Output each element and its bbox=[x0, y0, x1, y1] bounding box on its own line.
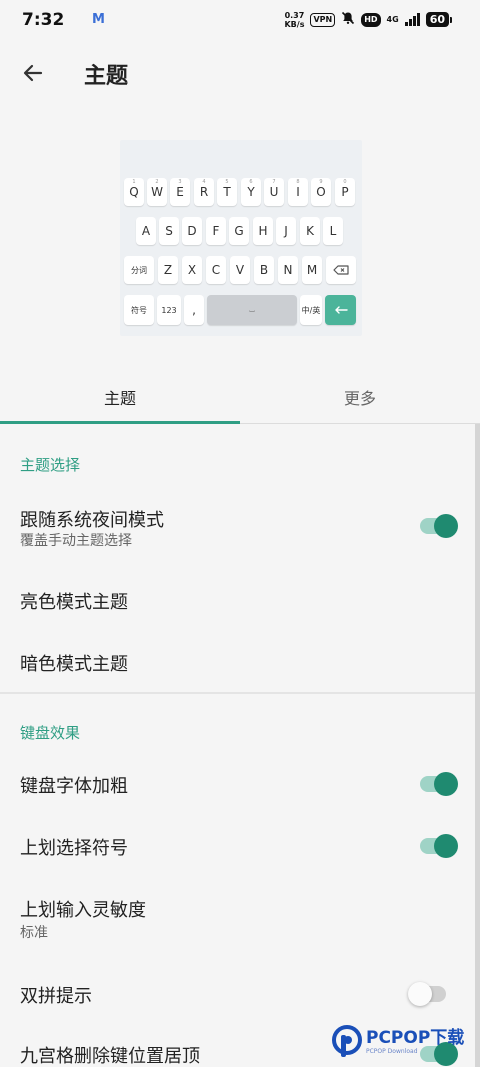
battery-icon: 60 bbox=[425, 12, 452, 27]
setting-subtitle: 覆盖手动主题选择 bbox=[20, 533, 132, 549]
mute-bell-icon bbox=[341, 10, 355, 29]
setting-swipe-sensitivity[interactable]: 上划输入灵敏度 标准 bbox=[0, 884, 480, 948]
key-e: 3E bbox=[170, 178, 190, 206]
key-backspace bbox=[326, 256, 356, 284]
keyboard-preview-toolbar bbox=[120, 140, 362, 170]
setting-dark-theme[interactable]: 暗色模式主题 bbox=[0, 634, 480, 690]
watermark-name: PCPOP下载 bbox=[366, 1027, 465, 1048]
key-n: N bbox=[278, 256, 298, 284]
mail-notification-icon: M bbox=[92, 12, 105, 27]
key-v: V bbox=[230, 256, 250, 284]
setting-title: 键盘字体加粗 bbox=[20, 776, 128, 797]
key-m: M bbox=[302, 256, 322, 284]
key-j: J bbox=[276, 217, 296, 245]
network-speed-unit: KB/s bbox=[284, 19, 305, 29]
key-symbols: 符号 bbox=[124, 295, 154, 325]
signal-icon bbox=[404, 13, 420, 26]
key-c: C bbox=[206, 256, 226, 284]
follow-system-switch[interactable] bbox=[418, 511, 462, 541]
vpn-icon: VPN bbox=[310, 12, 336, 27]
key-numbers: 123 bbox=[157, 295, 181, 325]
key-o: 9O bbox=[311, 178, 331, 206]
key-r: 4R bbox=[194, 178, 214, 206]
status-time: 7:32 bbox=[22, 10, 65, 30]
shuangpin-hint-switch[interactable] bbox=[408, 979, 452, 1009]
key-s: S bbox=[159, 217, 179, 245]
setting-title: 上划输入灵敏度 bbox=[20, 900, 146, 921]
key-enter bbox=[325, 295, 356, 325]
key-i: 8I bbox=[288, 178, 308, 206]
key-b: B bbox=[254, 256, 274, 284]
backspace-icon bbox=[333, 265, 349, 275]
setting-title: 暗色模式主题 bbox=[20, 654, 128, 675]
setting-title: 亮色模式主题 bbox=[20, 592, 128, 613]
key-t: 5T bbox=[217, 178, 237, 206]
network-speed: 0.37 KB/s bbox=[284, 11, 304, 29]
section-divider bbox=[0, 692, 480, 694]
watermark: PCPOP下载 PCPOP Download bbox=[332, 1022, 464, 1062]
key-segment: 分词 bbox=[124, 256, 154, 284]
back-button[interactable] bbox=[14, 54, 52, 92]
key-d: D bbox=[182, 217, 202, 245]
tab-theme[interactable]: 主题 bbox=[0, 370, 240, 424]
key-lang-switch: 中/英 bbox=[300, 295, 322, 325]
setting-title: 九宫格删除键位置居顶 bbox=[20, 1046, 200, 1067]
tab-indicator bbox=[0, 421, 240, 424]
enter-arrow-icon bbox=[334, 306, 348, 314]
key-x: X bbox=[182, 256, 202, 284]
keyboard-preview[interactable]: 1Q 2W 3E 4R 5T 6Y 7U 8I 9O 0P A S D F G … bbox=[120, 140, 362, 336]
section-header-theme: 主题选择 bbox=[20, 456, 81, 474]
key-q: 1Q bbox=[124, 178, 144, 206]
key-l: L bbox=[323, 217, 343, 245]
tab-bar: 主题 更多 bbox=[0, 370, 480, 424]
hd-icon: HD bbox=[361, 12, 381, 27]
setting-value: 标准 bbox=[20, 925, 48, 941]
top-app-bar: 主题 bbox=[0, 44, 480, 102]
battery-level: 60 bbox=[425, 12, 449, 27]
setting-title: 双拼提示 bbox=[20, 986, 92, 1007]
key-k: K bbox=[300, 217, 320, 245]
swipe-up-symbol-switch[interactable] bbox=[418, 831, 462, 861]
page-title: 主题 bbox=[84, 64, 129, 89]
key-comma: , bbox=[184, 295, 204, 325]
key-w: 2W bbox=[147, 178, 167, 206]
key-z: Z bbox=[158, 256, 178, 284]
bold-font-switch[interactable] bbox=[418, 769, 462, 799]
status-bar: 7:32 M 0.37 KB/s VPN HD 4G 60 bbox=[0, 0, 480, 40]
setting-follow-system-night[interactable]: 跟随系统夜间模式 覆盖手动主题选择 bbox=[0, 494, 480, 560]
setting-title: 跟随系统夜间模式 bbox=[20, 510, 164, 531]
key-a: A bbox=[136, 217, 156, 245]
key-space: ⌴ bbox=[207, 295, 297, 325]
network-speed-value: 0.37 bbox=[284, 10, 305, 20]
key-y: 6Y bbox=[241, 178, 261, 206]
key-p: 0P bbox=[335, 178, 355, 206]
key-f: F bbox=[206, 217, 226, 245]
status-icons: 0.37 KB/s VPN HD 4G 60 bbox=[284, 10, 452, 29]
key-u: 7U bbox=[264, 178, 284, 206]
section-header-keyboard: 键盘效果 bbox=[20, 724, 81, 742]
watermark-subtext: PCPOP Download bbox=[366, 1047, 418, 1055]
key-g: G bbox=[229, 217, 249, 245]
setting-swipe-up-symbol[interactable]: 上划选择符号 bbox=[0, 818, 480, 874]
key-h: H bbox=[253, 217, 273, 245]
setting-light-theme[interactable]: 亮色模式主题 bbox=[0, 572, 480, 628]
pcpop-logo-icon bbox=[332, 1025, 362, 1059]
arrow-left-icon bbox=[23, 64, 43, 82]
tab-more[interactable]: 更多 bbox=[240, 370, 480, 424]
setting-bold-font[interactable]: 键盘字体加粗 bbox=[0, 756, 480, 812]
scrollbar[interactable] bbox=[475, 424, 480, 1067]
setting-shuangpin-hint[interactable]: 双拼提示 bbox=[0, 966, 480, 1022]
setting-title: 上划选择符号 bbox=[20, 838, 128, 859]
network-type: 4G bbox=[386, 14, 399, 24]
